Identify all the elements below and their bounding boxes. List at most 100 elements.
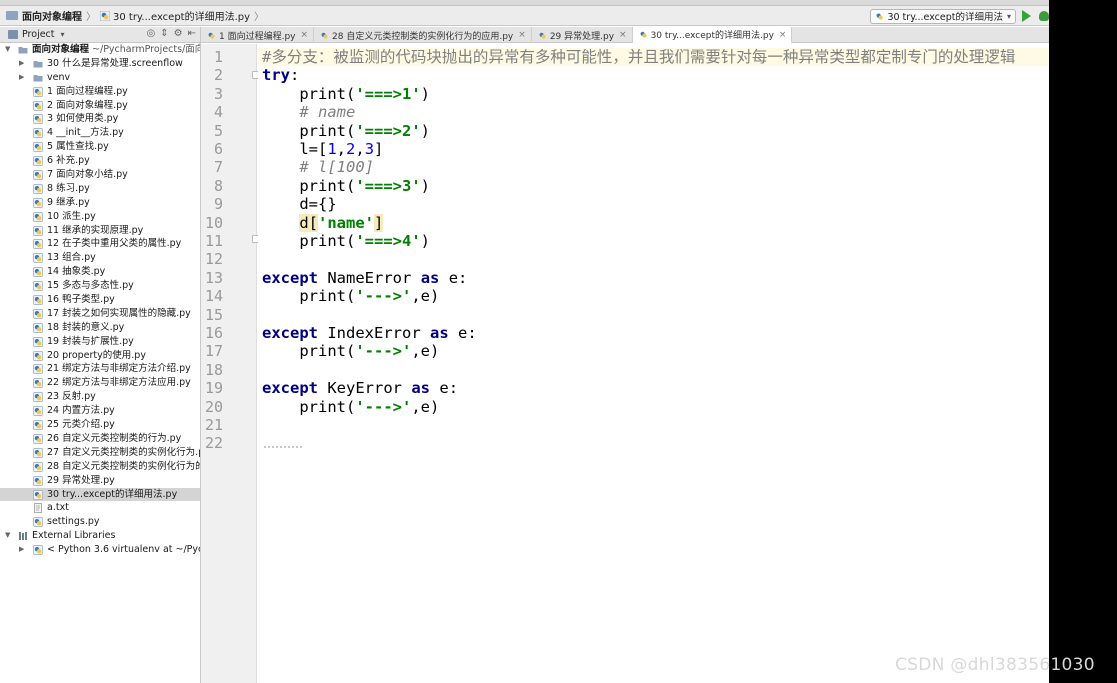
- gear-icon[interactable]: ⚙: [174, 28, 183, 39]
- close-icon[interactable]: ×: [301, 30, 309, 40]
- python-file-icon: [33, 142, 43, 153]
- tree-file[interactable]: 18 封装的意义.py: [0, 321, 200, 335]
- close-icon[interactable]: ×: [779, 30, 787, 40]
- tree-file[interactable]: 3 如何使用类.py: [0, 112, 200, 126]
- tree-item-label: settings.py: [47, 516, 100, 528]
- editor-tabs: 1 面向过程编程.py × 28 自定义元类控制类的实例化行为的应用.py × 29 异…: [201, 27, 1049, 44]
- tree-folder[interactable]: ▶ 30 什么是异常处理.screenflow: [0, 57, 200, 71]
- python-file-icon: [321, 32, 328, 39]
- editor-tab[interactable]: 1 面向过程编程.py ×: [201, 27, 315, 43]
- python-file-icon: [33, 281, 43, 291]
- target-icon[interactable]: ◎: [147, 28, 156, 39]
- tree-file[interactable]: 9 继承.py: [0, 196, 200, 210]
- tree-file[interactable]: 7 面向对象小结.py: [0, 168, 200, 182]
- exception-name: KeyError: [327, 379, 402, 398]
- tree-item-label: 19 封装与扩展性.py: [47, 335, 134, 347]
- line-number: 3: [213, 84, 223, 103]
- project-view-label[interactable]: Project: [22, 29, 55, 40]
- tree-file[interactable]: 4 __init__方法.py: [0, 126, 200, 140]
- code-text: ,e): [411, 342, 440, 361]
- code-editor[interactable]: #多分支：被监测的代码块抛出的异常有多种可能性，并且我们需要针对每一种异常类型都…: [258, 44, 1049, 683]
- tree-item-label: 30 try...except的详细用法.py: [47, 488, 178, 500]
- line-number: 10: [204, 213, 223, 232]
- run-icon[interactable]: [1022, 10, 1031, 22]
- chevron-right-icon[interactable]: ▶: [19, 57, 24, 71]
- collapse-icon[interactable]: ⇕: [160, 28, 168, 39]
- tree-file[interactable]: 16 鸭子类型.py: [0, 293, 200, 307]
- tree-file[interactable]: 2 面向对象编程.py: [0, 99, 200, 113]
- project-tool-window-header: Project ▾ ◎ ⇕ ⚙ ⇤: [0, 27, 201, 43]
- breadcrumb-project[interactable]: 面向对象编程: [22, 8, 82, 23]
- chevron-down-icon[interactable]: ▼: [5, 529, 10, 543]
- tree-item-label: 29 异常处理.py: [47, 474, 115, 486]
- debug-icon[interactable]: [1039, 11, 1049, 21]
- code-line-9: d={}: [262, 195, 336, 213]
- code-line-6: l=[1,2,3]: [262, 140, 383, 158]
- punct: (: [346, 84, 356, 103]
- tree-file[interactable]: 1 面向过程编程.py: [0, 85, 200, 99]
- chevron-right-icon: 〉: [254, 12, 265, 23]
- line-number: 1: [213, 48, 223, 66]
- tree-python-sdk[interactable]: ▶ < Python 3.6 virtualenv at ~/Pycha: [0, 543, 200, 557]
- close-icon[interactable]: ×: [518, 30, 526, 40]
- tree-file[interactable]: 23 反射.py: [0, 390, 200, 404]
- chevron-down-icon[interactable]: ▼: [5, 43, 10, 57]
- tree-item-label: venv: [47, 71, 71, 83]
- line-number: 4: [213, 103, 223, 122]
- punct: (: [346, 342, 356, 361]
- tree-file[interactable]: 24 内置方法.py: [0, 404, 200, 418]
- code-line-16: except IndexError as e:: [262, 324, 477, 342]
- tree-file[interactable]: 27 自定义元类控制类的实例化行为.p: [0, 446, 200, 460]
- line-number: 7: [213, 158, 223, 177]
- tree-file[interactable]: 29 异常处理.py: [0, 474, 200, 488]
- tree-file[interactable]: 14 抽象类.py: [0, 265, 200, 279]
- editor-tab[interactable]: 29 异常处理.py ×: [532, 27, 633, 43]
- breadcrumb-file[interactable]: 30 try...except的详细用法.py: [113, 8, 250, 23]
- tree-file[interactable]: 25 元类介绍.py: [0, 418, 200, 432]
- chevron-right-icon: 〉: [86, 12, 96, 23]
- python-file-icon: [33, 336, 43, 347]
- project-icon: [8, 30, 18, 39]
- tree-file[interactable]: 26 自定义元类控制类的行为.py: [0, 432, 200, 446]
- code-line-10: d['name']: [262, 213, 384, 232]
- tree-file[interactable]: 28 自定义元类控制类的实例化行为的: [0, 460, 200, 474]
- tree-file[interactable]: 30 try...except的详细用法.py: [0, 487, 200, 502]
- python-file-icon: [33, 239, 43, 250]
- punct: :: [290, 66, 300, 85]
- tree-file[interactable]: 13 组合.py: [0, 251, 200, 265]
- python-file-icon: [33, 197, 43, 208]
- close-icon[interactable]: ×: [619, 30, 627, 40]
- tree-file[interactable]: 19 封装与扩展性.py: [0, 335, 200, 349]
- tree-file[interactable]: 11 继承的实现原理.py: [0, 224, 200, 238]
- editor-tab[interactable]: 28 自定义元类控制类的实例化行为的应用.py ×: [314, 27, 532, 43]
- tree-file[interactable]: 17 封装之如何实现属性的隐藏.py: [0, 307, 200, 321]
- tree-file[interactable]: 6 补充.py: [0, 154, 200, 168]
- tree-external-libraries[interactable]: ▼ External Libraries: [0, 529, 200, 543]
- tree-file[interactable]: 21 绑定方法与非绑定方法介绍.py: [0, 362, 200, 376]
- tab-label: 28 自定义元类控制类的实例化行为的应用.py: [332, 31, 514, 42]
- tree-folder[interactable]: ▶ venv: [0, 71, 200, 85]
- hide-icon[interactable]: ⇤: [188, 28, 196, 39]
- editor-tab[interactable]: 30 try...except的详细用法.py ×: [632, 27, 793, 44]
- tree-item-label: 12 在子类中重用父类的属性.py: [47, 238, 182, 250]
- chevron-right-icon[interactable]: ▶: [19, 71, 24, 85]
- tree-file[interactable]: 15 多态与多态性.py: [0, 279, 200, 293]
- tree-file[interactable]: a.txt: [0, 501, 200, 515]
- tree-file[interactable]: 8 练习.py: [0, 182, 200, 196]
- tree-root[interactable]: ▼ 面向对象编程 ~/PycharmProjects/面向: [0, 43, 200, 57]
- run-configuration-select[interactable]: 30 try...except的详细用法 ▾: [870, 8, 1016, 24]
- chevron-right-icon[interactable]: ▶: [19, 543, 24, 557]
- comment: # l[100]: [299, 158, 374, 177]
- tree-file[interactable]: 20 property的使用.py: [0, 349, 200, 363]
- tree-file[interactable]: 22 绑定方法与非绑定方法应用.py: [0, 376, 200, 390]
- chevron-down-icon[interactable]: ▾: [61, 30, 65, 39]
- code-line-1: #多分支：被监测的代码块抛出的异常有多种可能性，并且我们需要针对每一种异常类型都…: [262, 48, 1015, 66]
- python-file-icon: [33, 350, 43, 361]
- tree-file[interactable]: 10 派生.py: [0, 210, 200, 224]
- tree-file[interactable]: settings.py: [0, 515, 200, 529]
- tree-file[interactable]: 12 在子类中重用父类的属性.py: [0, 237, 200, 251]
- code-text: d[: [299, 213, 318, 232]
- tree-item-label: 18 封装的意义.py: [47, 321, 125, 333]
- line-number: 13: [204, 268, 223, 287]
- tree-file[interactable]: 5 属性查找.py: [0, 140, 200, 154]
